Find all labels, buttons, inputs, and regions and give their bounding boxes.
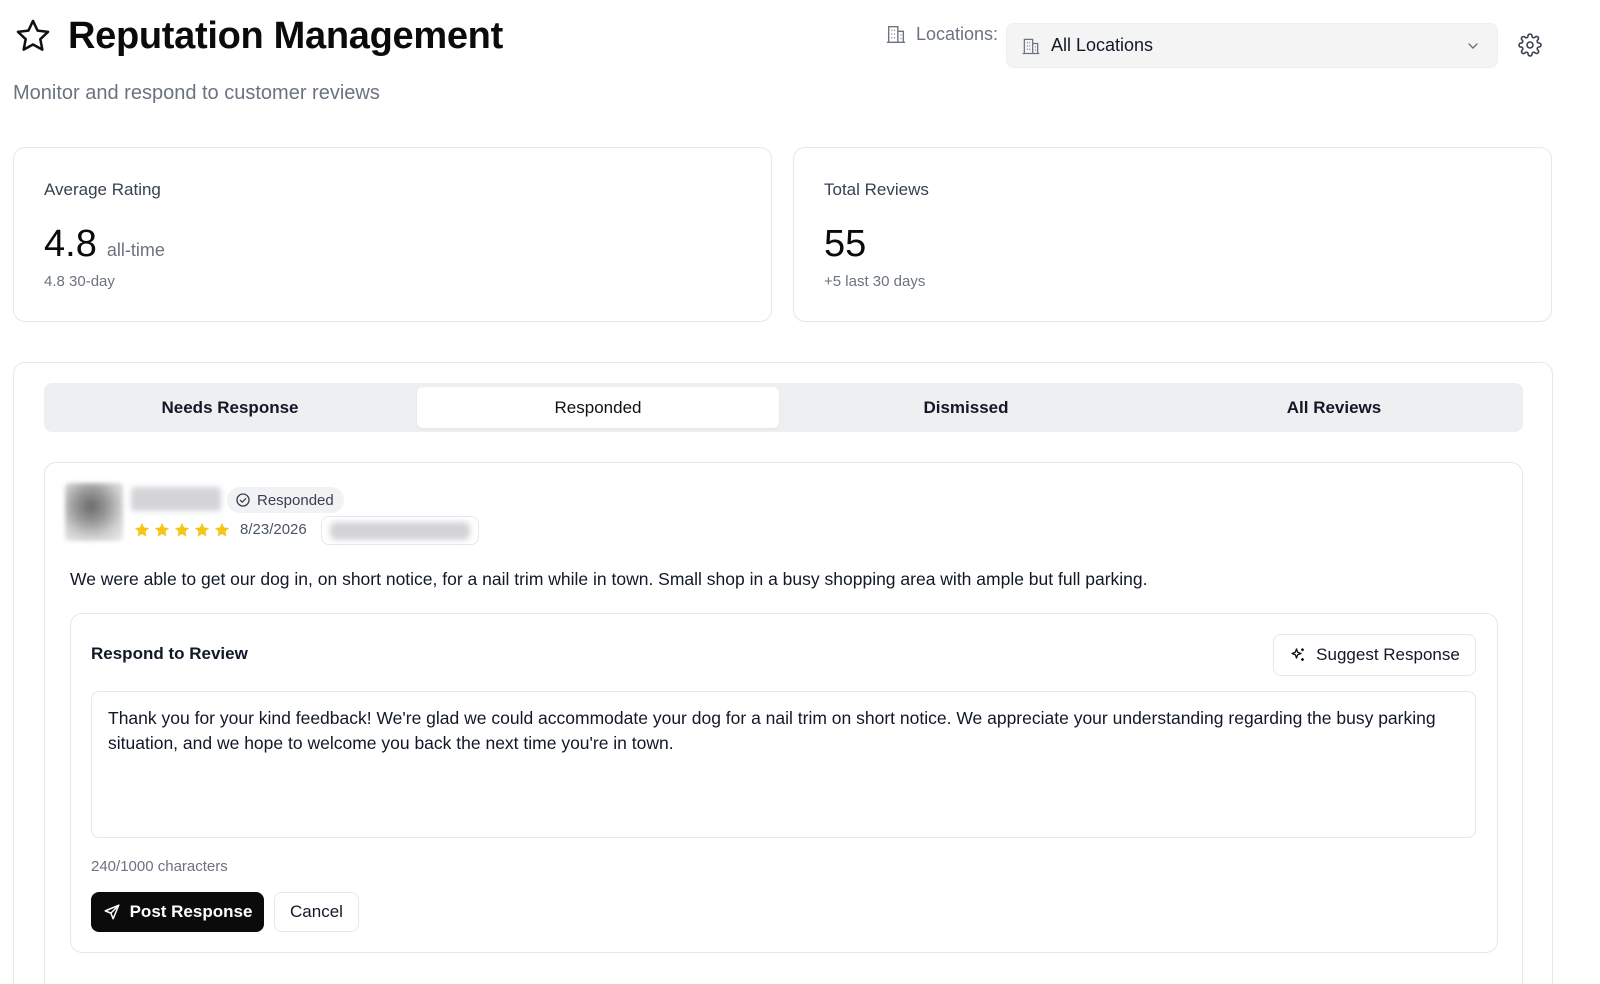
respond-to-review-box: Respond to Review Suggest Response Thank…	[70, 613, 1498, 953]
suggest-response-label: Suggest Response	[1316, 645, 1460, 664]
location-select[interactable]: All Locations	[1006, 23, 1498, 68]
average-rating-card: Average Rating 4.8 all-time 4.8 30-day	[13, 147, 772, 322]
post-response-button[interactable]: Post Response	[91, 892, 264, 932]
location-select-value: All Locations	[1051, 35, 1154, 55]
avatar	[65, 483, 123, 541]
review-text: We were able to get our dog in, on short…	[70, 569, 1148, 589]
gear-icon[interactable]	[1518, 33, 1542, 57]
star-icon	[194, 522, 210, 537]
respond-title: Respond to Review	[91, 644, 248, 663]
stat-value-suffix: all-time	[106, 240, 165, 260]
total-reviews-card: Total Reviews 55 +5 last 30 days	[793, 147, 1552, 322]
star-icon	[154, 522, 170, 537]
star-icon	[16, 19, 50, 51]
response-textarea[interactable]: Thank you for your kind feedback! We're …	[91, 691, 1476, 838]
locations-label: Locations:	[916, 23, 999, 44]
review-source-badge	[321, 516, 479, 545]
page-title: Reputation Management	[68, 15, 503, 57]
sparkle-icon	[1291, 648, 1305, 661]
page-subtitle: Monitor and respond to customer reviews	[13, 82, 380, 104]
page-header: Reputation Management Monitor and respon…	[0, 0, 1600, 120]
stat-subtext: 4.8 30-day	[44, 273, 115, 290]
tab-dismissed[interactable]: Dismissed	[785, 387, 1147, 428]
review-tabs: Needs Response Responded Dismissed All R…	[44, 383, 1523, 432]
status-badge-label: Responded	[257, 491, 334, 509]
check-circle-icon	[236, 493, 250, 507]
cancel-button[interactable]: Cancel	[274, 892, 359, 932]
tab-needs-response[interactable]: Needs Response	[49, 387, 411, 428]
building-icon	[886, 25, 906, 43]
reviews-panel: Needs Response Responded Dismissed All R…	[13, 362, 1553, 984]
post-response-label: Post Response	[129, 902, 253, 921]
stat-value-row: 4.8 all-time	[44, 222, 165, 266]
review-date: 8/23/2026	[240, 521, 307, 538]
suggest-response-button[interactable]: Suggest Response	[1273, 634, 1476, 676]
star-icon	[174, 522, 190, 537]
building-icon	[1022, 38, 1040, 54]
stat-label: Average Rating	[44, 180, 161, 199]
star-icon	[214, 522, 230, 537]
stat-subtext: +5 last 30 days	[824, 273, 926, 290]
review-card: Responded 8/23/2026 We were able to get …	[44, 462, 1523, 984]
send-icon	[104, 904, 120, 920]
tab-all-reviews[interactable]: All Reviews	[1153, 387, 1515, 428]
stat-value-row: 55	[824, 222, 866, 266]
tab-responded[interactable]: Responded	[417, 387, 779, 428]
stat-value: 55	[824, 223, 867, 265]
chevron-down-icon	[1468, 43, 1478, 49]
star-rating	[133, 521, 231, 539]
title-group: Reputation Management	[14, 14, 503, 58]
locations-label-group: Locations:	[885, 23, 998, 45]
stat-label: Total Reviews	[824, 180, 929, 199]
status-badge: Responded	[227, 487, 344, 513]
star-icon	[134, 522, 150, 537]
reviewer-name-redacted	[131, 487, 221, 511]
stat-value: 4.8	[44, 223, 97, 265]
character-count: 240/1000 characters	[91, 858, 228, 875]
review-source-redacted	[330, 522, 470, 540]
